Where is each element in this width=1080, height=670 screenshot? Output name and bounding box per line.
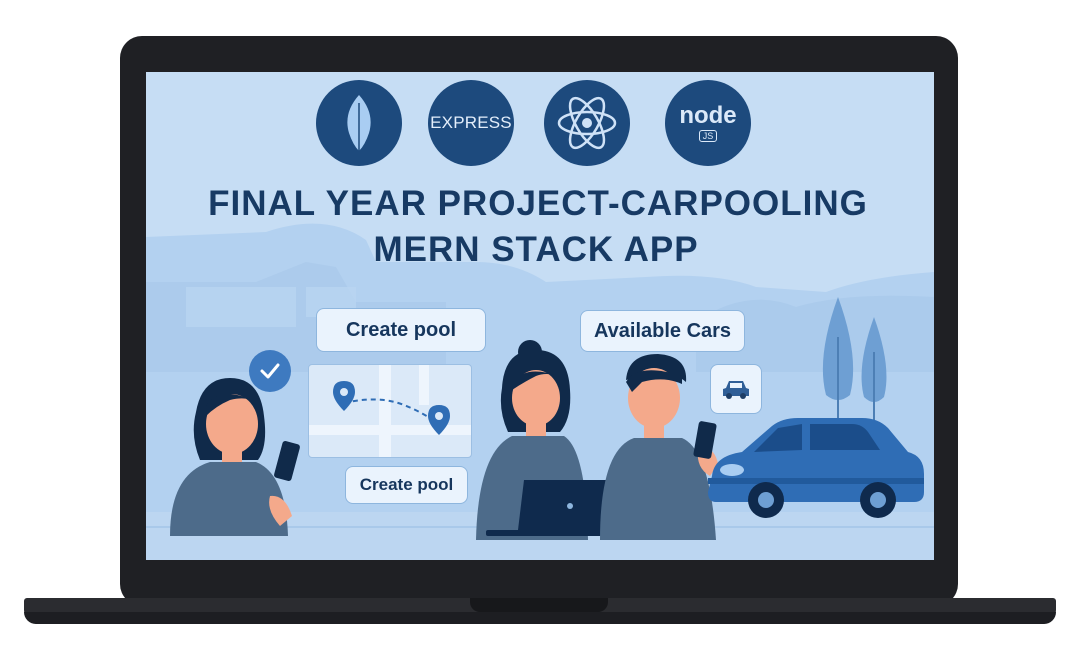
node-logo: node JS: [665, 80, 751, 166]
start-pin-icon: [333, 381, 355, 411]
title-line-1: FINAL YEAR PROJECT-CARPOOLING: [208, 184, 868, 223]
create-pool-button-bottom[interactable]: Create pool: [345, 466, 468, 504]
route-map-illustration: [309, 365, 471, 457]
express-logo: EXPRESS: [428, 80, 514, 166]
atom-icon: [557, 96, 617, 150]
express-label: EXPRESS: [430, 113, 512, 132]
react-logo: [544, 80, 630, 166]
leaf-icon: [347, 95, 371, 151]
laptop-base-shadow: [24, 612, 1056, 624]
node-badge: JS: [698, 130, 718, 142]
laptop-notch: [470, 598, 608, 612]
node-label: node: [679, 102, 737, 129]
create-pool-button-top[interactable]: Create pool: [316, 308, 486, 352]
title-line-2: MERN STACK APP: [373, 230, 699, 269]
mongodb-logo: [316, 80, 402, 166]
car-illustration: [708, 418, 924, 518]
woman-with-phone-illustration: [170, 378, 300, 536]
route-map-card: [308, 364, 472, 458]
